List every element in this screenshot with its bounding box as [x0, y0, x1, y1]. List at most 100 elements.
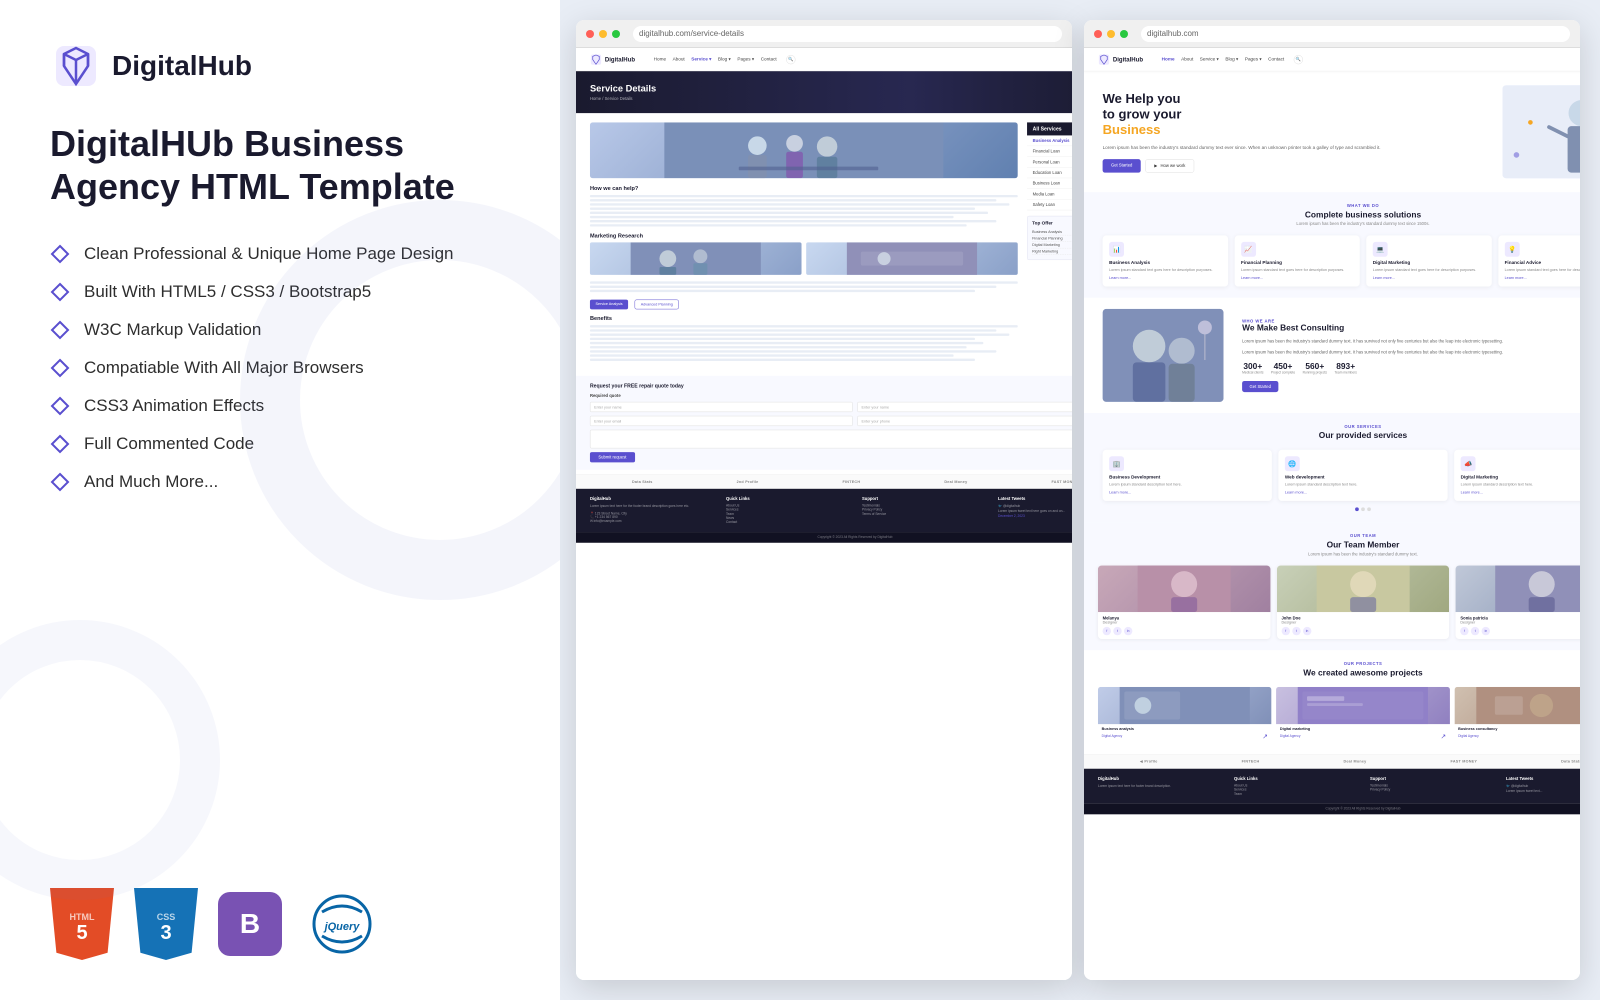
hero-btn-get-started[interactable]: Get Started [1103, 159, 1141, 172]
sidebar-item-7[interactable]: Safety Loan [1027, 200, 1072, 211]
client-logo-2-1: ◀ Profile [1140, 759, 1158, 763]
nav-link-about-2[interactable]: About [1181, 57, 1193, 62]
nav-link-home-2[interactable]: Home [1162, 57, 1175, 62]
footer-support-link-2b[interactable]: Privacy Policy [1370, 788, 1492, 792]
service-hero-title: Service Details [590, 84, 1072, 95]
nav-link-service-2[interactable]: Service ▾ [1200, 57, 1219, 62]
social-fb-2[interactable]: f [1281, 627, 1289, 635]
social-tw-3[interactable]: t [1471, 627, 1479, 635]
about-get-started-btn[interactable]: Get Started [1242, 381, 1278, 392]
nav-link-blog-2[interactable]: Blog ▾ [1225, 57, 1238, 62]
diamond-icon-2 [50, 282, 70, 302]
sidebar-item-1[interactable]: Business Analysis [1027, 135, 1072, 146]
text-line-4 [590, 207, 975, 209]
footer-link-contact-1[interactable]: Contact [726, 520, 848, 524]
service-card-text-3: Lorem ipsum standard text goes here for … [1373, 267, 1485, 273]
social-tw-1[interactable]: t [1113, 627, 1121, 635]
form-input-name2[interactable]: Enter your name [857, 402, 1072, 412]
proj-img-1-svg [1098, 687, 1272, 724]
sidebar-item-4[interactable]: Education Loan [1027, 168, 1072, 179]
client-logos-2: ◀ Profile FINTECH Deal Money FAST MONEY … [1084, 754, 1580, 768]
nav-link-pages[interactable]: Pages ▾ [737, 57, 754, 62]
sidebar-item-5[interactable]: Business Loan [1027, 178, 1072, 189]
form-input-phone[interactable]: Enter your phone [857, 416, 1072, 426]
client-logo-3: FINTECH [843, 480, 861, 484]
service-card-link-2[interactable]: Learn more... [1241, 276, 1353, 280]
proj-img-3-svg [1454, 687, 1580, 724]
project-arrow-1[interactable]: ↗ [1262, 732, 1267, 740]
mkt-img-2-svg [806, 242, 1018, 275]
client-logo-2-2: FINTECH [1242, 759, 1260, 763]
team-header: OUR TEAM Our Team Member Lorem ipsum has… [1098, 533, 1580, 556]
nav-link-home[interactable]: Home [654, 57, 666, 62]
nav-link-contact-2[interactable]: Contact [1268, 57, 1284, 62]
sidebar-item-3[interactable]: Personal Loan [1027, 157, 1072, 168]
footer-support-link-3[interactable]: Terms of Service [862, 512, 984, 516]
client-logo-4: Deal Money [944, 480, 967, 484]
service-card-title-1: Business Analysis [1109, 261, 1221, 266]
hero-btn-how-work[interactable]: ▶ How we work [1145, 159, 1194, 172]
services-grid: 📊 Business Analysis Lorem ipsum standard… [1103, 235, 1580, 286]
team-card-role-3: Designer [1460, 620, 1580, 624]
offer-item-4: Right Marketing [1032, 248, 1072, 255]
client-logo-2-3: Deal Money [1343, 759, 1366, 763]
provided-service-link-3[interactable]: Learn more... [1461, 490, 1580, 494]
about-desc-2: Lorem ipsum has been the industry's stan… [1242, 349, 1580, 356]
service-dots [1103, 507, 1580, 511]
service-card-link-4[interactable]: Learn more... [1505, 276, 1580, 280]
home-hero: We Help youto grow yourBusiness Lorem ip… [1084, 71, 1580, 192]
social-fb-3[interactable]: f [1460, 627, 1468, 635]
text-line-1 [590, 195, 1018, 197]
home-hero-text: We Help youto grow yourBusiness Lorem ip… [1103, 91, 1484, 173]
form-row-2: Enter your email Enter your phone [590, 416, 1072, 426]
home-hero-title: We Help youto grow yourBusiness [1103, 91, 1484, 138]
team-card-img-3 [1456, 566, 1580, 613]
nav-link-about[interactable]: About [673, 57, 685, 62]
nav-search-icon[interactable]: 🔍 [786, 55, 795, 64]
social-tw-2[interactable]: t [1292, 627, 1300, 635]
social-in-1[interactable]: in [1124, 627, 1132, 635]
form-input-name[interactable]: Enter your name [590, 402, 853, 412]
footer-brand-text-1: Lorem ipsum text here for the footer bra… [590, 504, 712, 509]
footer-link-team-2[interactable]: Team [1234, 792, 1356, 796]
sidebar-item-6[interactable]: Media Loan [1027, 189, 1072, 200]
social-fb-1[interactable]: f [1103, 627, 1111, 635]
nav-link-contact[interactable]: Contact [761, 57, 777, 62]
form-textarea-message[interactable] [590, 430, 1072, 449]
text-line-2 [590, 199, 996, 201]
team-desc: Lorem ipsum has been the industry's stan… [1098, 552, 1580, 557]
sidebar-item-2[interactable]: Financial Loan [1027, 146, 1072, 157]
form-submit-btn[interactable]: Submit request [590, 452, 635, 462]
service-main: How we can help? [590, 122, 1018, 366]
service-card-link-3[interactable]: Learn more... [1373, 276, 1485, 280]
nav-search-icon-2[interactable]: 🔍 [1293, 55, 1302, 64]
stat-4: 893+ Team members [1334, 361, 1356, 374]
nav-link-pages-2[interactable]: Pages ▾ [1245, 57, 1262, 62]
dot-2 [1367, 507, 1371, 511]
marketing-imgs [590, 242, 1018, 275]
page-content-2: DigitalHub Home About Service ▾ Blog ▾ P… [1084, 48, 1580, 980]
provided-service-link-1[interactable]: Learn more... [1109, 490, 1265, 494]
client-logos-1: Data Stats 2nd Profile FINTECH Deal Mone… [576, 474, 1072, 488]
service-card-link-1[interactable]: Learn more... [1109, 276, 1221, 280]
project-img-3 [1454, 687, 1580, 724]
service-btn-1[interactable]: Service Analysis [590, 300, 628, 310]
benefits-block: Benefits [590, 315, 1018, 361]
provided-service-link-2[interactable]: Learn more... [1285, 490, 1441, 494]
team-label: OUR TEAM [1098, 533, 1580, 538]
social-in-3[interactable]: in [1482, 627, 1490, 635]
social-in-2[interactable]: in [1303, 627, 1311, 635]
project-info-3: Business consultancy Digital Agency ↗ [1454, 724, 1580, 743]
site-footer-2: DigitalHub Lorem ipsum text here for foo… [1084, 769, 1580, 804]
nav-link-blog[interactable]: Blog ▾ [718, 57, 731, 62]
services-section: WHAT WE DO Complete business solutions L… [1084, 192, 1580, 298]
service-card-title-3: Digital Marketing [1373, 261, 1485, 266]
team-card-1: Melanya Designer f t in [1098, 566, 1270, 639]
service-card-text-1: Lorem ipsum standard text goes here for … [1109, 267, 1221, 273]
project-arrow-2[interactable]: ↗ [1441, 732, 1446, 740]
nav-link-service[interactable]: Service ▾ [691, 57, 711, 62]
site-footer-1: DigitalHub Lorem ipsum text here for the… [576, 489, 1072, 532]
form-input-email[interactable]: Enter your email [590, 416, 853, 426]
service-card-3: 💻 Digital Marketing Lorem ipsum standard… [1366, 235, 1491, 286]
service-btn-2[interactable]: Advanced Planning [635, 300, 679, 310]
